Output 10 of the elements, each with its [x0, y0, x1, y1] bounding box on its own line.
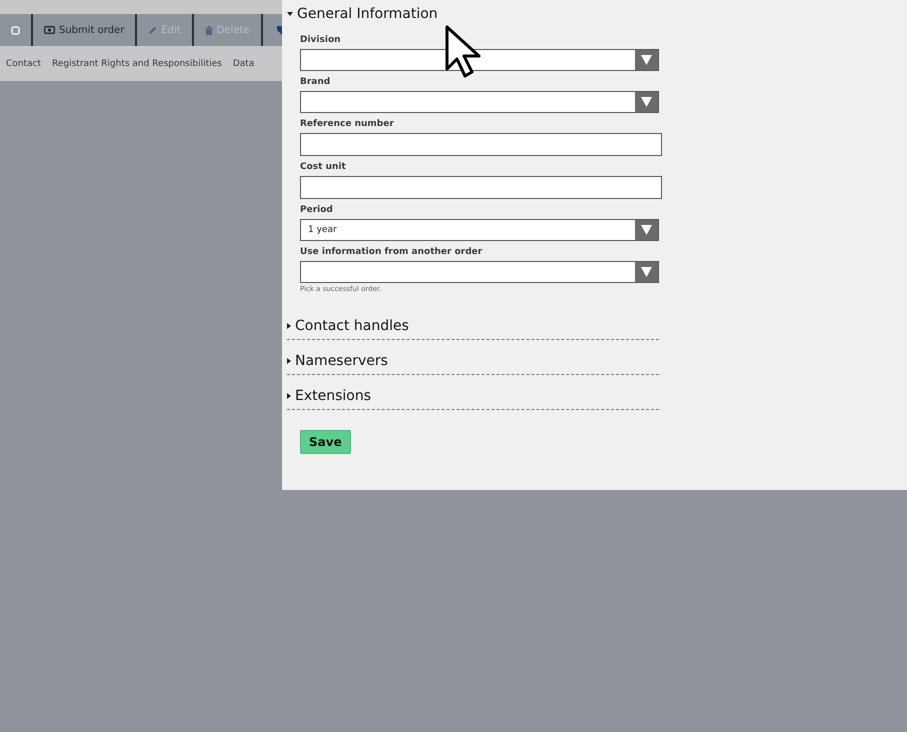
section-title: Contact handles [295, 318, 409, 334]
field-label: Brand [300, 77, 332, 87]
field-label: Period [300, 205, 334, 215]
section-title: Nameservers [295, 353, 388, 369]
field-label: Division [300, 35, 342, 45]
section-title: Extensions [295, 388, 372, 404]
field-label: Reference number [300, 119, 395, 129]
field-label: Cost unit [300, 162, 347, 172]
field-label: Use information from another order [300, 247, 484, 257]
section-title: General Information [297, 6, 438, 22]
